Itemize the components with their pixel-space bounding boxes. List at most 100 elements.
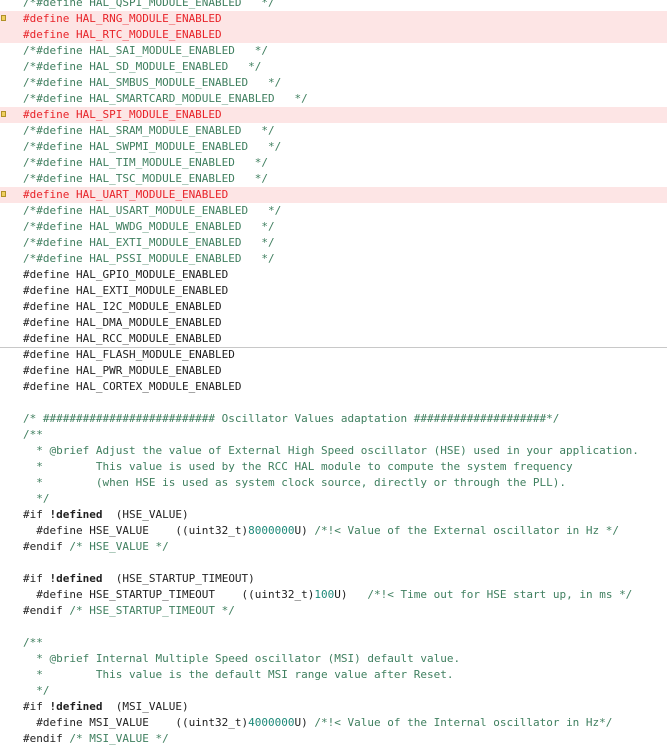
- code-text: #define HAL_DMA_MODULE_ENABLED: [23, 315, 222, 331]
- code-token: #define MSI_VALUE ((uint32_t): [23, 716, 249, 729]
- code-text: /*#define HAL_USART_MODULE_ENABLED */: [23, 203, 281, 219]
- code-token: /* HSE_STARTUP_TIMEOUT */: [69, 604, 235, 617]
- code-token: #define HAL_CORTEX_MODULE_ENABLED: [23, 380, 242, 393]
- code-token: 4000000: [248, 716, 295, 729]
- code-token: #define HAL_RTC_MODULE_ENABLED: [23, 28, 222, 41]
- code-text: /*#define HAL_PSSI_MODULE_ENABLED */: [23, 251, 275, 267]
- code-line[interactable]: #define HSE_VALUE ((uint32_t)8000000U) /…: [0, 523, 667, 539]
- code-line[interactable]: /* ########################## Oscillator…: [0, 411, 667, 427]
- code-token: /**: [23, 428, 43, 441]
- code-text: #if !defined (HSE_STARTUP_TIMEOUT): [23, 571, 255, 587]
- code-line[interactable]: #if !defined (HSE_VALUE): [0, 507, 667, 523]
- code-text: #define HAL_EXTI_MODULE_ENABLED: [23, 283, 228, 299]
- code-text: * @brief Adjust the value of External Hi…: [23, 443, 639, 459]
- code-text: /*#define HAL_WWDG_MODULE_ENABLED */: [23, 219, 275, 235]
- code-line[interactable]: #define HAL_EXTI_MODULE_ENABLED: [0, 283, 667, 299]
- code-line[interactable]: #define HAL_GPIO_MODULE_ENABLED: [0, 267, 667, 283]
- code-line[interactable]: #endif /* HSE_STARTUP_TIMEOUT */: [0, 603, 667, 619]
- code-token: !defined: [49, 572, 103, 585]
- code-text: /*#define HAL_SMBUS_MODULE_ENABLED */: [23, 75, 281, 91]
- code-line[interactable]: #define HAL_RCC_MODULE_ENABLED: [0, 331, 667, 348]
- code-line[interactable]: #define HAL_UART_MODULE_ENABLED: [0, 187, 667, 203]
- code-line[interactable]: #endif /* HSE_VALUE */: [0, 539, 667, 555]
- code-line[interactable]: /*#define HAL_QSPI_MODULE_ENABLED */: [0, 0, 667, 11]
- code-line[interactable]: #define HAL_SPI_MODULE_ENABLED: [0, 107, 667, 123]
- bookmark-marker-icon[interactable]: [1, 111, 6, 117]
- code-line[interactable]: [0, 395, 667, 411]
- code-token: (MSI_VALUE): [102, 700, 189, 713]
- code-line[interactable]: * @brief Internal Multiple Speed oscilla…: [0, 651, 667, 667]
- code-line[interactable]: #define HAL_I2C_MODULE_ENABLED: [0, 299, 667, 315]
- code-token: #define HSE_VALUE ((uint32_t): [23, 524, 249, 537]
- code-line[interactable]: * @brief Adjust the value of External Hi…: [0, 443, 667, 459]
- code-line[interactable]: #define HAL_FLASH_MODULE_ENABLED: [0, 347, 667, 363]
- code-token: /*!< Time out for HSE start up, in ms */: [367, 588, 633, 601]
- code-line[interactable]: /*#define HAL_SRAM_MODULE_ENABLED */: [0, 123, 667, 139]
- code-token: #define HAL_I2C_MODULE_ENABLED: [23, 300, 222, 313]
- code-line[interactable]: */: [0, 683, 667, 699]
- code-token: (HSE_STARTUP_TIMEOUT): [102, 572, 255, 585]
- code-token: #endif: [23, 732, 70, 745]
- code-text: #if !defined (HSE_VALUE): [23, 507, 189, 523]
- code-token: * (when HSE is used as system clock sour…: [23, 476, 567, 489]
- code-text: #define HAL_GPIO_MODULE_ENABLED: [23, 267, 228, 283]
- code-text: #define HAL_RCC_MODULE_ENABLED: [23, 331, 222, 347]
- code-line[interactable]: /**: [0, 635, 667, 651]
- code-line[interactable]: /*#define HAL_TSC_MODULE_ENABLED */: [0, 171, 667, 187]
- code-text: * (when HSE is used as system clock sour…: [23, 475, 566, 491]
- code-text: */: [23, 683, 49, 699]
- code-line[interactable]: * This value is the default MSI range va…: [0, 667, 667, 683]
- code-line[interactable]: * This value is used by the RCC HAL modu…: [0, 459, 667, 475]
- code-text: /*#define HAL_QSPI_MODULE_ENABLED */: [23, 0, 275, 11]
- code-line[interactable]: [0, 619, 667, 635]
- code-text: #endif /* MSI_VALUE */: [23, 731, 169, 747]
- code-line[interactable]: /*#define HAL_EXTI_MODULE_ENABLED */: [0, 235, 667, 251]
- code-token: /* ########################## Oscillator…: [23, 412, 560, 425]
- code-line[interactable]: /*#define HAL_WWDG_MODULE_ENABLED */: [0, 219, 667, 235]
- code-text: /*#define HAL_TSC_MODULE_ENABLED */: [23, 171, 268, 187]
- code-token: !defined: [49, 508, 103, 521]
- code-line[interactable]: */: [0, 491, 667, 507]
- code-line[interactable]: #define HAL_CORTEX_MODULE_ENABLED: [0, 379, 667, 395]
- code-line[interactable]: [0, 555, 667, 571]
- code-token: #define HAL_PWR_MODULE_ENABLED: [23, 364, 222, 377]
- code-token: #define HAL_GPIO_MODULE_ENABLED: [23, 268, 229, 281]
- code-token: /*!< Value of the Internal oscillator in…: [314, 716, 613, 729]
- bookmark-marker-icon[interactable]: [1, 191, 6, 197]
- bookmark-marker-icon[interactable]: [1, 15, 6, 21]
- code-line[interactable]: /*#define HAL_TIM_MODULE_ENABLED */: [0, 155, 667, 171]
- code-token: #define HAL_RCC_MODULE_ENABLED: [23, 332, 222, 345]
- code-line[interactable]: #define HAL_RNG_MODULE_ENABLED: [0, 11, 667, 27]
- code-token: #if: [23, 508, 50, 521]
- code-line[interactable]: #endif /* MSI_VALUE */: [0, 731, 667, 747]
- code-token: /*#define HAL_SMARTCARD_MODULE_ENABLED *…: [23, 92, 308, 105]
- code-editor[interactable]: /*#define HAL_QSPI_MODULE_ENABLED */ #def…: [0, 0, 667, 747]
- code-token: * This value is used by the RCC HAL modu…: [23, 460, 573, 473]
- code-line[interactable]: #define MSI_VALUE ((uint32_t)4000000U) /…: [0, 715, 667, 731]
- code-line[interactable]: /*#define HAL_SMBUS_MODULE_ENABLED */: [0, 75, 667, 91]
- code-token: #define HSE_STARTUP_TIMEOUT ((uint32_t): [23, 588, 315, 601]
- code-token: /* MSI_VALUE */: [69, 732, 169, 745]
- code-text: #define MSI_VALUE ((uint32_t)4000000U) /…: [23, 715, 612, 731]
- code-line[interactable]: /*#define HAL_SAI_MODULE_ENABLED */: [0, 43, 667, 59]
- code-text: #if !defined (MSI_VALUE): [23, 699, 189, 715]
- code-line[interactable]: /*#define HAL_PSSI_MODULE_ENABLED */: [0, 251, 667, 267]
- code-line[interactable]: #define HAL_PWR_MODULE_ENABLED: [0, 363, 667, 379]
- code-line[interactable]: /*#define HAL_SD_MODULE_ENABLED */: [0, 59, 667, 75]
- code-text: #define HAL_RTC_MODULE_ENABLED: [23, 27, 222, 43]
- code-text: * This value is used by the RCC HAL modu…: [23, 459, 573, 475]
- code-line[interactable]: #if !defined (HSE_STARTUP_TIMEOUT): [0, 571, 667, 587]
- code-line[interactable]: #define HAL_RTC_MODULE_ENABLED: [0, 27, 667, 43]
- code-line[interactable]: #if !defined (MSI_VALUE): [0, 699, 667, 715]
- code-token: /*#define HAL_SAI_MODULE_ENABLED */: [23, 44, 269, 57]
- code-line[interactable]: #define HAL_DMA_MODULE_ENABLED: [0, 315, 667, 331]
- code-line[interactable]: /*#define HAL_SMARTCARD_MODULE_ENABLED *…: [0, 91, 667, 107]
- code-line[interactable]: /**: [0, 427, 667, 443]
- code-line[interactable]: * (when HSE is used as system clock sour…: [0, 475, 667, 491]
- code-text: */: [23, 491, 49, 507]
- code-text: /*#define HAL_SMARTCARD_MODULE_ENABLED *…: [23, 91, 308, 107]
- code-line[interactable]: /*#define HAL_SWPMI_MODULE_ENABLED */: [0, 139, 667, 155]
- code-token: U): [334, 588, 368, 601]
- code-line[interactable]: #define HSE_STARTUP_TIMEOUT ((uint32_t)1…: [0, 587, 667, 603]
- code-line[interactable]: /*#define HAL_USART_MODULE_ENABLED */: [0, 203, 667, 219]
